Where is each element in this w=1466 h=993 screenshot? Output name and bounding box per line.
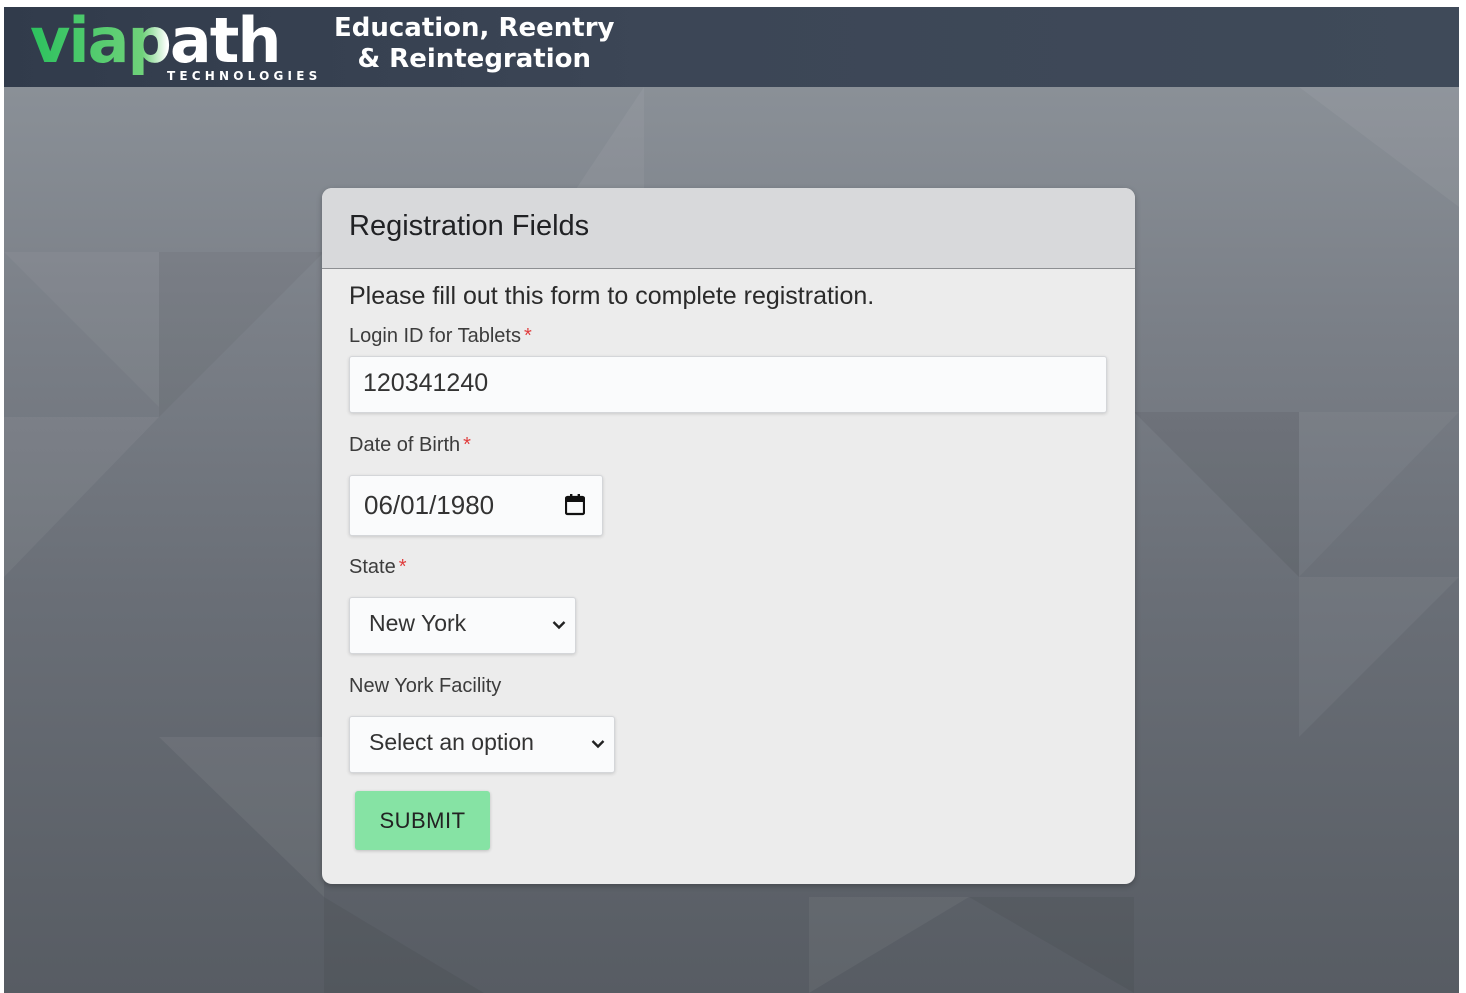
state-label: State * [349, 556, 407, 579]
card-header: Registration Fields [322, 188, 1135, 269]
dob-label: Date of Birth * [349, 434, 471, 457]
facility-selected-value: Select an option [369, 729, 534, 755]
login-id-value: 120341240 [363, 369, 489, 397]
card-title: Registration Fields [349, 210, 590, 242]
state-selected-value: New York [369, 610, 467, 636]
dob-input[interactable]: 06/01/1980 [349, 475, 603, 536]
state-select[interactable]: New York [349, 597, 576, 654]
login-id-label-text: Login ID for Tablets [349, 325, 521, 347]
required-asterisk: * [398, 556, 407, 578]
header-tagline: Education, Reentry & Reintegration [334, 13, 614, 75]
login-id-label: Login ID for Tablets * [349, 325, 532, 348]
calendar-icon[interactable] [565, 494, 585, 516]
facility-select[interactable]: Select an option [349, 716, 615, 773]
chevron-down-icon [591, 740, 605, 749]
state-label-text: State [349, 556, 396, 578]
tagline-line-1: Education, Reentry [334, 13, 615, 43]
viapath-logo[interactable]: viapath TECHNOLOGIES [30, 7, 340, 87]
dob-label-text: Date of Birth [349, 434, 461, 456]
tagline-line-2: & Reintegration [357, 44, 592, 74]
facility-label: New York Facility [349, 675, 502, 697]
required-asterisk: * [523, 325, 532, 347]
login-id-input[interactable]: 120341240 [349, 356, 1107, 413]
top-header: viapath TECHNOLOGIES Education, Reentry … [4, 7, 1459, 87]
logo-subtext: TECHNOLOGIES [167, 69, 322, 83]
form-intro-text: Please fill out this form to complete re… [349, 282, 875, 310]
required-asterisk: * [463, 434, 471, 456]
chevron-down-icon [552, 621, 566, 630]
dob-value: 06/01/1980 [364, 490, 495, 520]
registration-card: Registration Fields Please fill out this… [322, 188, 1135, 884]
submit-button[interactable]: SUBMIT [355, 791, 490, 850]
app-frame: viapath TECHNOLOGIES Education, Reentry … [4, 7, 1459, 993]
